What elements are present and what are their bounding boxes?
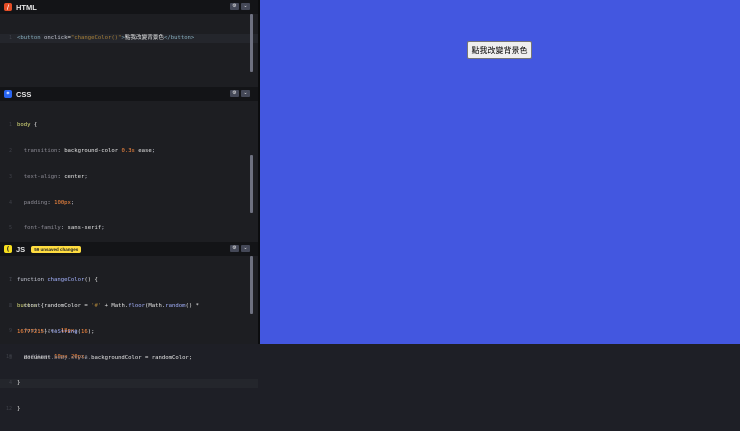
chevron-down-icon[interactable]: ⌄ [241,245,250,252]
code-line: 1 function changeColor() { [8,277,98,284]
code-line: 4 padding: 100px; [8,199,75,206]
js-panel: ( JS 59 unsaved changes ⚙ ⌄ 1 function ch… [0,242,258,388]
chevron-down-icon[interactable]: ⌄ [241,90,250,97]
code-line: 3 document.body.style.backgroundColor = … [8,354,193,361]
html-scrollbar[interactable] [250,14,253,72]
code-line: 2 transition: background-color 0.3s ease… [8,147,156,154]
change-color-button[interactable]: 點我改變背景色 [467,41,532,59]
settings-icon[interactable]: ⚙ [230,90,239,97]
html-panel-header[interactable]: / HTML ⚙ ⌄ [0,0,258,14]
code-line: 4} [0,379,258,388]
result-preview: 點我改變背景色 [260,0,740,344]
settings-icon[interactable]: ⚙ [230,245,239,252]
chevron-down-icon[interactable]: ⌄ [241,3,250,10]
code-line: 1 body { [8,122,38,129]
js-icon: ( [4,245,12,253]
js-panel-header[interactable]: ( JS 59 unsaved changes ⚙ ⌄ [0,242,258,256]
css-scrollbar[interactable] [250,155,253,213]
css-panel-title: CSS [16,89,32,99]
html-panel: / HTML ⚙ ⌄ 1 <button onclick="changeColor… [0,0,258,86]
html-icon: / [4,3,12,11]
js-scrollbar[interactable] [250,256,253,314]
unsaved-changes-badge[interactable]: 59 unsaved changes [31,245,82,253]
code-line: 12} [5,405,21,412]
css-panel-header[interactable]: * CSS ⚙ ⌄ [0,87,258,101]
js-panel-title: JS [16,244,26,254]
editor-column: / HTML ⚙ ⌄ 1 <button onclick="changeColor… [0,0,258,412]
html-panel-title: HTML [16,2,37,12]
code-line: 5 font-family: sans-serif; [8,225,105,232]
settings-icon[interactable]: ⚙ [230,3,239,10]
code-line: 2 const randomColor = '#' + Math.floor(M… [8,302,199,309]
code-line: 1 <button onclick="changeColor()">點我改變背景色… [0,34,258,43]
css-panel: * CSS ⚙ ⌄ 1 body { 2 transition: backgrou… [0,87,258,412]
code-line: 3 text-align: center; [8,173,88,180]
html-code-editor[interactable]: 1 <button onclick="changeColor()">點我改變背景色… [0,14,258,60]
css-icon: * [4,90,12,98]
js-code-editor[interactable]: 1 function changeColor() { 2 const random… [0,256,258,405]
code-line: 16777215).toString(16); [17,328,95,335]
